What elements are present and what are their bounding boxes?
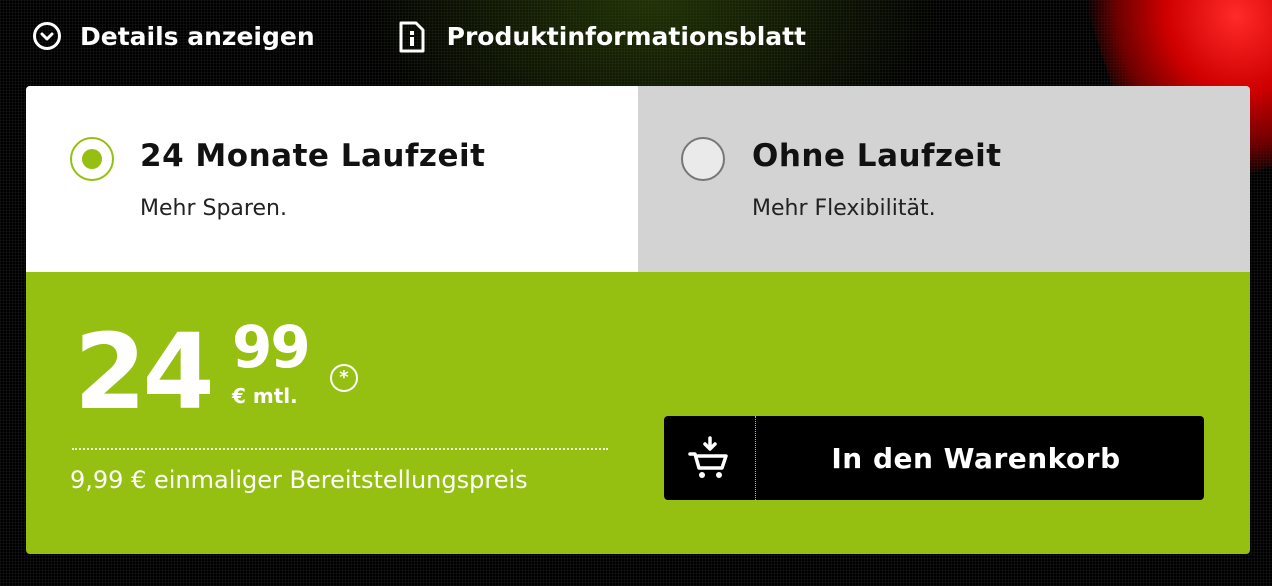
price-unit: € mtl. [232,384,298,408]
product-info-link-label: Produktinformationsblatt [446,21,807,51]
add-to-cart-button[interactable]: In den Warenkorb [664,416,1204,500]
option-subtitle: Mehr Sparen. [140,196,287,221]
chevron-down-circle-icon [32,21,62,51]
price-area: 24 99 € mtl. * 9,99 € einmaliger Bereits… [26,272,1250,554]
details-link-label: Details anzeigen [80,21,315,51]
footnote-marker[interactable]: * [330,364,358,392]
product-info-link[interactable]: Produktinformationsblatt [399,21,807,53]
radio-unselected-icon[interactable] [681,137,725,181]
term-options: 24 Monate Laufzeit Mehr Sparen. Ohne Lau… [26,86,1250,272]
dotted-divider [72,448,608,450]
option-title: 24 Monate Laufzeit [140,138,486,174]
document-info-icon [399,21,429,53]
add-to-cart-label: In den Warenkorb [831,441,1121,475]
tariff-card: 24 Monate Laufzeit Mehr Sparen. Ohne Lau… [26,86,1250,554]
option-subtitle: Mehr Flexibilität. [752,196,936,221]
details-link[interactable]: Details anzeigen [32,21,315,51]
option-no-term[interactable]: Ohne Laufzeit Mehr Flexibilität. [638,86,1250,272]
setup-fee: 9,99 € einmaliger Bereitstellungspreis [70,466,528,494]
top-links: Details anzeigen Produktinformationsblat… [32,18,806,54]
add-to-cart-icon [664,416,756,500]
option-title: Ohne Laufzeit [752,138,1002,174]
option-24-months[interactable]: 24 Monate Laufzeit Mehr Sparen. [26,86,638,272]
radio-selected-icon[interactable] [70,137,114,181]
price-euros: 24 [74,311,215,433]
price-cents: 99 [232,313,311,381]
